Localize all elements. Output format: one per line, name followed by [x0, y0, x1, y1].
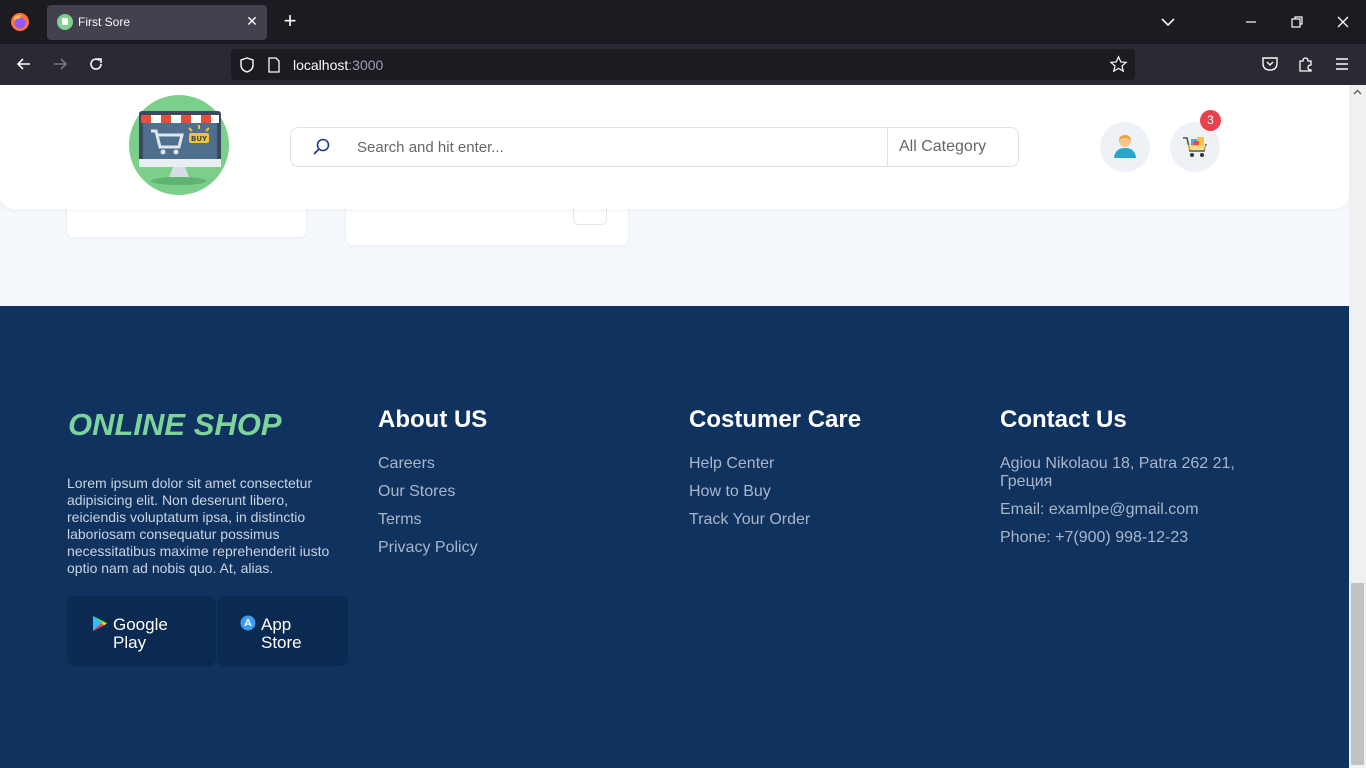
menu-icon[interactable] — [1332, 54, 1352, 74]
user-account-button[interactable] — [1100, 122, 1150, 172]
reload-icon[interactable] — [86, 54, 106, 74]
our-stores-link[interactable]: Our Stores — [378, 483, 455, 501]
search-input[interactable] — [357, 128, 877, 166]
shopping-cart-icon — [1183, 137, 1207, 157]
close-window-icon[interactable] — [1333, 12, 1353, 32]
app-store-icon — [240, 615, 256, 631]
google-play-button[interactable]: Google Play — [67, 596, 216, 666]
browser-tab[interactable]: First Sore ✕ — [47, 5, 267, 40]
google-play-line2: Play — [113, 633, 147, 652]
contact-address-line1: Agiou Nikolaou 18, Patra 262 21, — [1000, 455, 1235, 472]
app-store-line1: App — [261, 615, 292, 634]
url-bar[interactable]: localhost:3000 — [231, 49, 1135, 80]
contact-phone: Phone: +7(900) 998-12-23 — [1000, 529, 1189, 546]
user-avatar-icon — [1114, 135, 1136, 158]
help-center-link[interactable]: Help Center — [689, 455, 774, 473]
site-footer: ONLINE SHOP Lorem ipsum dolor sit amet c… — [0, 306, 1349, 768]
footer-description: Lorem ipsum dolor sit amet consectetur a… — [67, 475, 330, 576]
back-icon[interactable] — [14, 54, 34, 74]
firefox-icon[interactable] — [10, 12, 30, 32]
shop-logo-icon[interactable]: BUY — [129, 95, 229, 195]
new-tab-icon[interactable]: + — [280, 10, 300, 32]
search-icon[interactable] — [311, 137, 331, 157]
scrollbar-thumb[interactable] — [1351, 583, 1364, 765]
about-us-title: About US — [378, 406, 488, 433]
footer-brand: ONLINE SHOP — [68, 407, 282, 442]
shield-icon[interactable] — [238, 56, 256, 74]
scroll-up-arrow-icon[interactable] — [1353, 88, 1362, 97]
privacy-policy-link[interactable]: Privacy Policy — [378, 539, 478, 557]
site-header: BUY All Category — [0, 85, 1349, 209]
google-play-icon — [93, 616, 107, 631]
forward-icon[interactable] — [50, 54, 70, 74]
pocket-icon[interactable] — [1260, 54, 1280, 74]
app-store-line2: Store — [261, 633, 302, 652]
contact-email: Email: examlpe@gmail.com — [1000, 501, 1199, 518]
customer-care-title: Costumer Care — [689, 406, 862, 433]
restore-icon[interactable] — [1287, 12, 1307, 32]
how-to-buy-link[interactable]: How to Buy — [689, 483, 771, 501]
url-text[interactable]: localhost:3000 — [293, 57, 383, 73]
page-scrollbar[interactable] — [1349, 85, 1366, 768]
page-viewport: BUY All Category — [0, 85, 1349, 768]
tab-title: First Sore — [78, 15, 131, 29]
category-select-label: All Category — [899, 138, 987, 155]
minimize-icon[interactable] — [1241, 12, 1261, 32]
app-store-button[interactable]: App Store — [217, 596, 348, 666]
tab-favicon-icon — [57, 14, 73, 30]
extensions-icon[interactable] — [1296, 54, 1316, 74]
search-bar: All Category — [290, 127, 1019, 167]
tab-close-icon[interactable]: ✕ — [244, 13, 260, 29]
terms-link[interactable]: Terms — [378, 511, 422, 529]
browser-tab-bar: First Sore ✕ + — [0, 0, 1366, 44]
svg-text:BUY: BUY — [191, 135, 208, 143]
careers-link[interactable]: Careers — [378, 455, 435, 473]
cart-count-badge: 3 — [1200, 110, 1221, 131]
tab-list-chevron-icon[interactable] — [1158, 12, 1178, 32]
bookmark-star-icon[interactable] — [1109, 55, 1128, 74]
category-select[interactable]: All Category — [887, 128, 1018, 166]
browser-nav-bar: localhost:3000 — [0, 44, 1366, 85]
google-play-line1: Google — [113, 615, 168, 634]
track-order-link[interactable]: Track Your Order — [689, 511, 810, 529]
contact-us-title: Contact Us — [1000, 406, 1127, 433]
contact-address-line2: Греция — [1000, 473, 1053, 490]
page-info-icon[interactable] — [266, 56, 282, 74]
